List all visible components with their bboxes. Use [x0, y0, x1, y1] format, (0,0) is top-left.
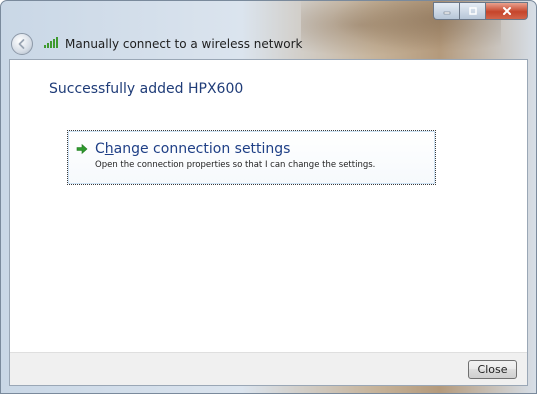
maximize-icon — [468, 7, 477, 15]
command-link-title-prefix: C — [95, 141, 105, 157]
close-button[interactable]: Close — [468, 360, 517, 379]
command-link-title: Change connection settings — [95, 141, 290, 157]
window-title: Manually connect to a wireless network — [65, 37, 303, 51]
page-title: Successfully added HPX600 — [49, 81, 244, 97]
dialog-window: Manually connect to a wireless network S… — [0, 0, 537, 394]
close-icon — [502, 7, 511, 15]
wireless-signal-icon — [44, 37, 58, 48]
caption-buttons — [433, 2, 528, 20]
close-window-button[interactable] — [485, 2, 528, 20]
back-button[interactable] — [11, 33, 33, 55]
green-arrow-icon — [76, 143, 88, 155]
maximize-button[interactable] — [459, 2, 485, 20]
minimize-icon — [443, 11, 450, 15]
dialog-footer: Close — [10, 352, 527, 385]
change-connection-settings-link[interactable]: Change connection settings Open the conn… — [67, 130, 436, 185]
title-bar[interactable]: Manually connect to a wireless network — [1, 1, 536, 57]
command-link-mnemonic: h — [104, 141, 114, 157]
minimize-button[interactable] — [433, 2, 459, 20]
back-arrow-icon — [18, 39, 25, 49]
command-link-title-rest: ange connection settings — [113, 141, 291, 157]
command-link-description: Open the connection properties so that I… — [95, 160, 376, 170]
dialog-content: Successfully added HPX600 Change connect… — [9, 59, 528, 386]
